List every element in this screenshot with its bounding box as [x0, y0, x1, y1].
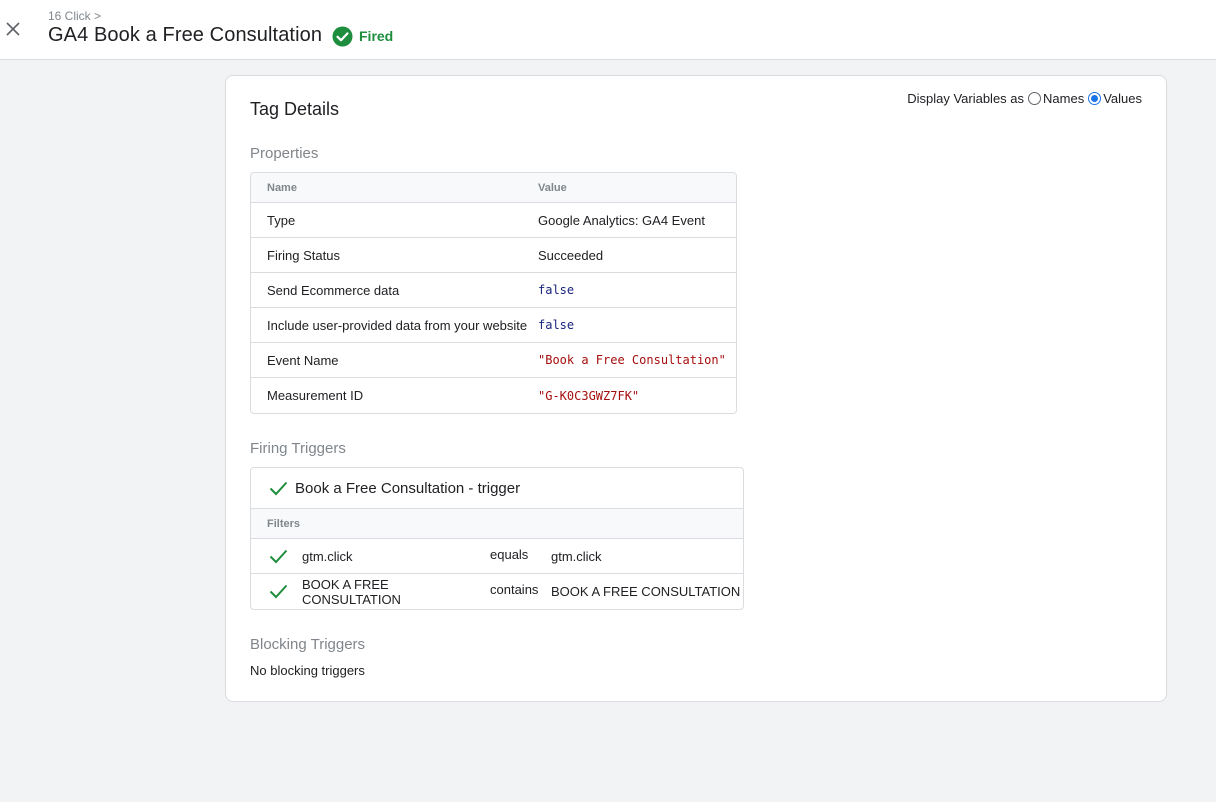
- radio-names-label[interactable]: Names: [1043, 91, 1084, 106]
- filter-variable: gtm.click: [302, 548, 353, 564]
- card-title: Tag Details: [250, 99, 340, 119]
- no-blocking-triggers-text: No blocking triggers: [250, 663, 365, 678]
- table-row: Measurement ID "G-K0C3GWZ7FK": [251, 378, 736, 413]
- display-variables-toggle: Display Variables as Names Values: [907, 91, 1142, 106]
- properties-header: Name Value: [251, 173, 736, 203]
- table-row: Send Ecommerce data false: [251, 273, 736, 308]
- radio-names-circle[interactable]: [1028, 92, 1042, 105]
- property-value: Google Analytics: GA4 Event: [538, 212, 705, 228]
- close-icon: [6, 22, 20, 36]
- blocking-triggers-title: Blocking Triggers: [250, 636, 366, 653]
- table-row: Event Name "Book a Free Consultation": [251, 343, 736, 378]
- check-icon: [269, 584, 288, 599]
- breadcrumb[interactable]: 16 Click >: [48, 9, 101, 23]
- trigger-header[interactable]: Book a Free Consultation - trigger: [251, 468, 743, 509]
- display-variables-label: Display Variables as: [907, 91, 1025, 106]
- filter-operator: equals: [490, 546, 529, 562]
- property-name: Firing Status: [267, 247, 340, 263]
- filter-variable: BOOK A FREE CONSULTATION: [302, 576, 401, 607]
- check-icon: [269, 481, 288, 495]
- filter-check: [251, 584, 302, 599]
- table-row: Firing Status Succeeded: [251, 238, 736, 273]
- column-header-name: Name: [267, 181, 297, 194]
- property-value: "Book a Free Consultation": [538, 353, 726, 367]
- properties-title: Properties: [250, 145, 319, 162]
- property-name: Type: [267, 212, 296, 228]
- firing-triggers-title: Firing Triggers: [250, 440, 346, 457]
- property-name: Measurement ID: [267, 388, 364, 403]
- filters-header: Filters: [251, 509, 743, 539]
- filter-check: [251, 549, 302, 564]
- radio-values-circle[interactable]: [1088, 92, 1102, 105]
- filter-row: BOOK A FREE CONSULTATION contains BOOK A…: [251, 574, 743, 609]
- table-row: Include user-provided data from your web…: [251, 308, 736, 343]
- property-name: Event Name: [267, 352, 339, 368]
- property-name: Send Ecommerce data: [267, 282, 400, 298]
- property-name: Include user-provided data from your web…: [267, 317, 528, 333]
- close-button[interactable]: [0, 12, 26, 46]
- check-circle-icon: [332, 26, 353, 46]
- top-bar: 16 Click > GA4 Book a Free Consultation …: [0, 0, 1216, 60]
- property-value: false: [538, 318, 575, 332]
- property-value: false: [538, 283, 575, 297]
- page-title: GA4 Book a Free Consultation: [48, 24, 323, 46]
- trigger-name[interactable]: Book a Free Consultation - trigger: [295, 480, 520, 497]
- property-value: Succeeded: [538, 247, 604, 263]
- filter-value: gtm.click: [551, 548, 602, 564]
- firing-triggers-box: Book a Free Consultation - trigger Filte…: [250, 467, 744, 610]
- radio-names[interactable]: Names: [1024, 91, 1084, 106]
- status-badge: Fired: [332, 25, 393, 47]
- property-value: "G-K0C3GWZ7FK": [538, 388, 640, 403]
- table-row: Type Google Analytics: GA4 Event: [251, 203, 736, 238]
- properties-table: Name Value Type Google Analytics: GA4 Ev…: [250, 172, 737, 414]
- radio-values-label[interactable]: Values: [1103, 91, 1142, 106]
- filter-operator: contains: [490, 582, 539, 597]
- status-label: Fired: [359, 28, 394, 44]
- filter-value: BOOK A FREE CONSULTATION: [551, 584, 741, 599]
- radio-values[interactable]: Values: [1084, 91, 1142, 106]
- check-icon: [269, 549, 288, 563]
- tag-details-card: Tag Details Display Variables as Names V…: [225, 75, 1167, 702]
- filter-row: gtm.click equals gtm.click: [251, 539, 743, 574]
- column-header-value: Value: [538, 181, 567, 194]
